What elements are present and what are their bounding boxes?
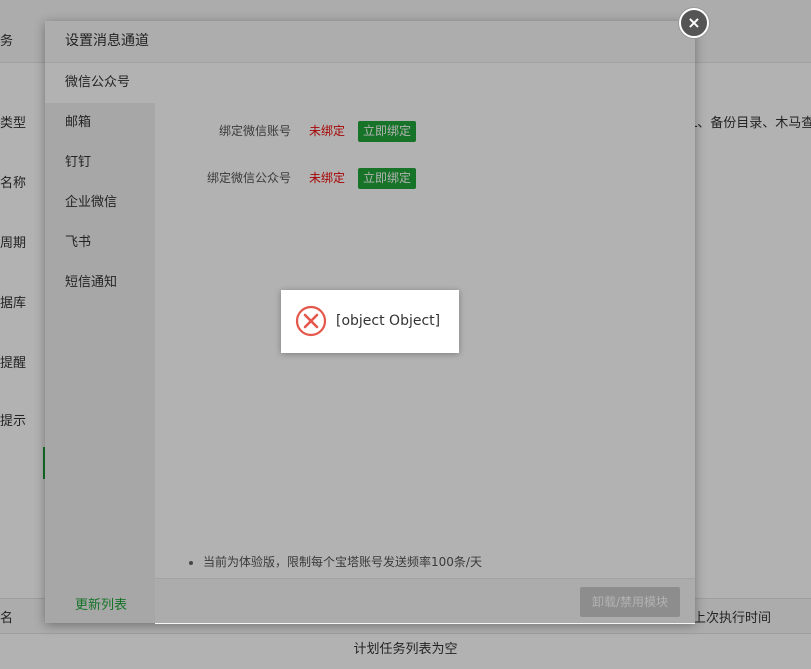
- toast-message: [object Object]: [336, 313, 441, 329]
- close-icon[interactable]: ×: [679, 8, 709, 38]
- error-toast: [object Object]: [281, 290, 459, 353]
- error-circle-icon: [295, 305, 327, 337]
